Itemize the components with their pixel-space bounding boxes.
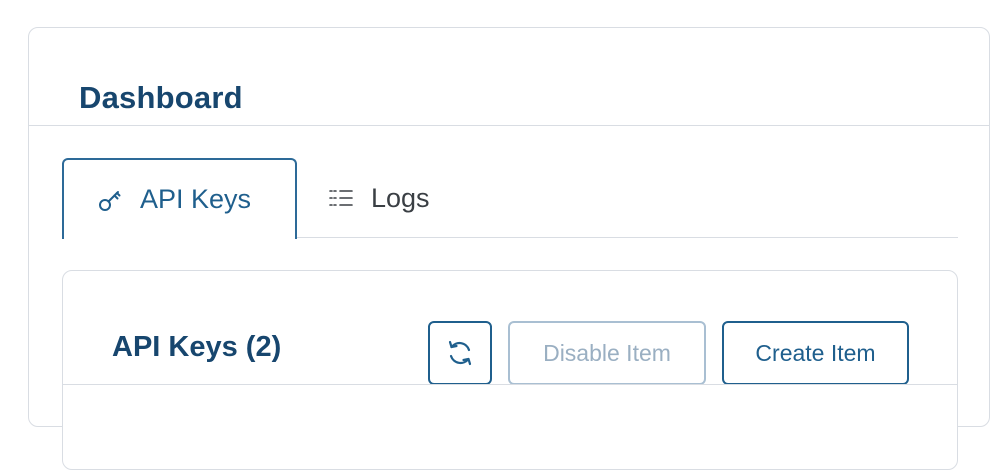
disable-item-button[interactable]: Disable Item <box>508 321 706 385</box>
header-divider <box>29 125 989 126</box>
tab-bar: API Keys Logs <box>62 158 958 239</box>
panel-divider <box>63 384 957 385</box>
key-icon <box>97 187 123 213</box>
page-title: Dashboard <box>79 80 243 115</box>
tab-label: Logs <box>371 182 430 213</box>
tab-label: API Keys <box>140 184 252 214</box>
refresh-button[interactable] <box>428 321 492 385</box>
tab-api-keys[interactable]: API Keys <box>62 158 297 239</box>
api-keys-panel: API Keys (2) Disable Item Create Item <box>62 270 958 470</box>
list-icon <box>328 185 354 211</box>
section-title: API Keys (2) <box>112 331 282 363</box>
create-item-button[interactable]: Create Item <box>722 321 909 385</box>
refresh-icon <box>445 338 475 368</box>
dashboard-card: Dashboard API Keys Logs API Keys (2) Dis… <box>28 27 990 470</box>
tab-logs[interactable]: Logs <box>328 158 478 238</box>
